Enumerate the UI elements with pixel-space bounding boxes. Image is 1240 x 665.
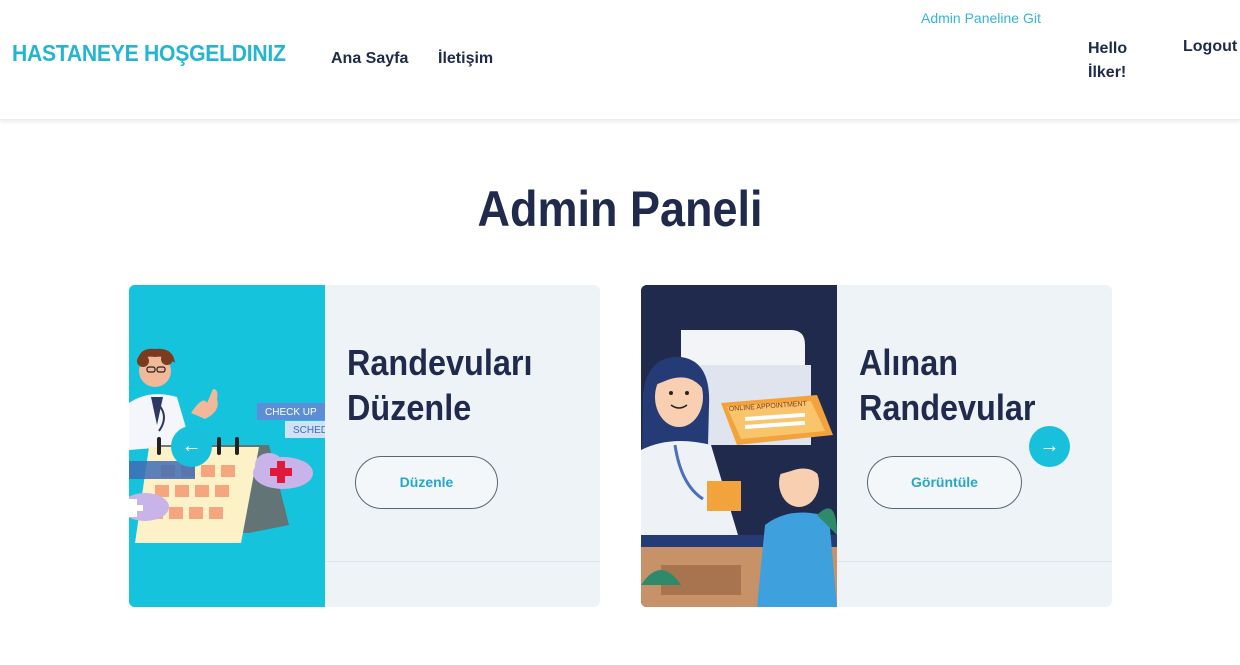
admin-panel-link[interactable]: Admin Paneline Git xyxy=(921,10,1041,26)
edit-button[interactable]: Düzenle xyxy=(355,456,498,509)
navbar: HASTANEYE HOŞGELDINIZ Ana Sayfa İletişim… xyxy=(0,0,1240,120)
doctor-patient-illustration: ONLINE APPOINTMENT xyxy=(641,285,837,607)
arrow-left-icon[interactable]: ← xyxy=(171,426,212,467)
logout-link[interactable]: Logout xyxy=(1183,38,1237,56)
card-title: Randevuları Düzenle xyxy=(347,340,563,430)
view-button[interactable]: Görüntüle xyxy=(867,456,1022,509)
card-divider xyxy=(325,561,600,562)
greeting-line-1: Hello xyxy=(1088,40,1128,57)
card-title-line-2: Randevular xyxy=(859,387,1036,428)
card-title-line-2: Düzenle xyxy=(347,387,472,428)
nav-link-contact[interactable]: İletişim xyxy=(438,50,493,68)
card-title-line-1: Alınan xyxy=(859,342,959,383)
svg-text:CHECK UP: CHECK UP xyxy=(265,407,317,418)
doctor-calendar-illustration: CHECK UP SCHED xyxy=(129,285,325,607)
card-title: Alınan Randevular xyxy=(859,340,1075,430)
nav-link-home[interactable]: Ana Sayfa xyxy=(331,50,408,68)
greeting-line-2: İlker! xyxy=(1088,64,1127,81)
brand-title[interactable]: HASTANEYE HOŞGELDINIZ xyxy=(12,40,286,67)
svg-text:SCHED: SCHED xyxy=(293,425,325,436)
page-title: Admin Paneli xyxy=(477,181,763,237)
user-greeting: Hello İlker! xyxy=(1088,37,1148,85)
card-divider xyxy=(837,561,1112,562)
card-title-line-1: Randevuları xyxy=(347,342,533,383)
arrow-right-icon[interactable]: → xyxy=(1029,426,1070,467)
